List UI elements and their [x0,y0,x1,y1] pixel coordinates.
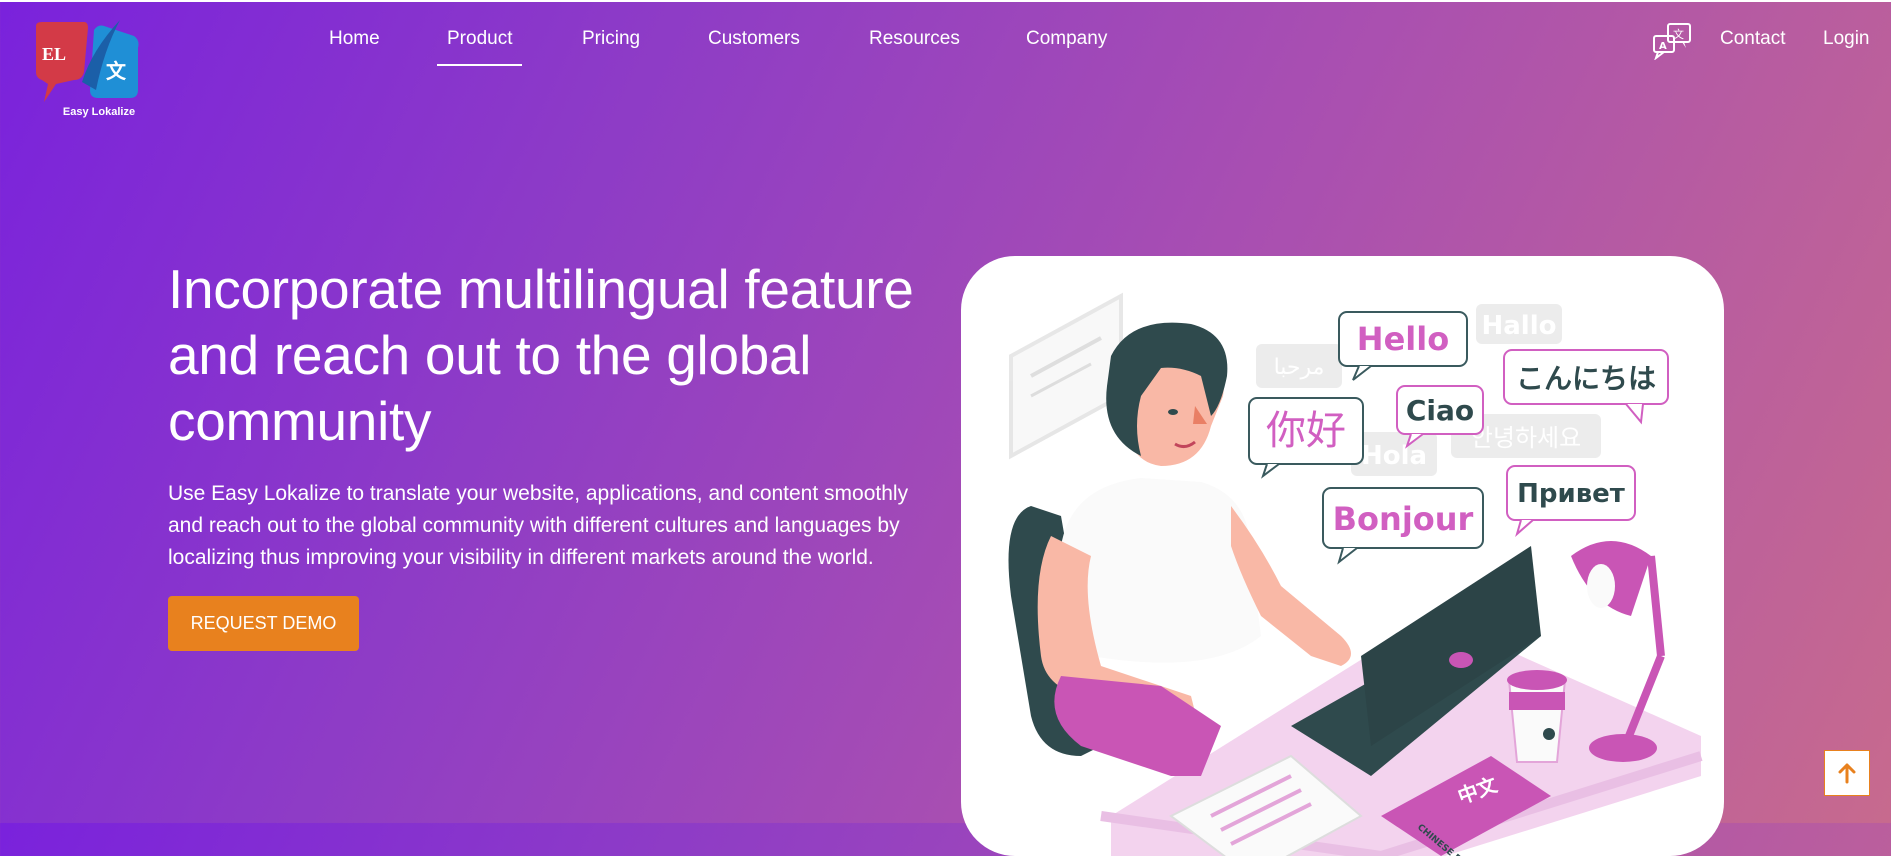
main-nav: Home Product Pricing Customers Resources… [0,0,1891,80]
nav-company[interactable]: Company [1026,28,1107,50]
logo-text: Easy Lokalize [62,106,136,118]
bubble-hello: Hello [1338,311,1468,381]
nav-contact[interactable]: Contact [1720,28,1785,50]
bubble-chinese: 你好 [1248,397,1364,479]
bubble-privet: Привет [1506,465,1636,537]
nav-login[interactable]: Login [1823,28,1870,50]
request-demo-button[interactable]: REQUEST DEMO [168,596,359,651]
svg-text:A: A [1659,41,1667,52]
bubble-japanese: こんにちは [1503,349,1669,425]
coffee-cup [1507,670,1567,763]
svg-text:Bonjour: Bonjour [1333,500,1474,538]
svg-text:Привет: Привет [1517,479,1625,509]
nav-home[interactable]: Home [329,28,380,50]
bubble-hola-text: Hola [1361,441,1427,471]
nav-customers[interactable]: Customers [708,28,800,50]
hero-illustration: مرحبا Hallo 안녕하세요 Hola Hello こんにちは Ciao [961,256,1724,856]
svg-text:Hello: Hello [1357,320,1449,358]
bubble-hallo-text: Hallo [1482,311,1557,341]
bubble-bonjour: Bonjour [1322,487,1484,565]
svg-text:你好: 你好 [1266,408,1346,454]
hero-title: Incorporate multilingual feature and rea… [168,258,914,452]
scroll-to-top-button[interactable] [1824,750,1870,796]
svg-text:Ciao: Ciao [1406,394,1474,427]
wall-frame [1009,292,1123,460]
svg-text:こんにちは: こんにちは [1516,362,1656,395]
nav-resources[interactable]: Resources [869,28,960,50]
nav-product[interactable]: Product [436,28,524,66]
svg-text:文: 文 [1673,27,1684,41]
bubble-korean-text: 안녕하세요 [1471,424,1581,452]
arrow-up-icon [1838,763,1856,784]
nav-pricing[interactable]: Pricing [582,28,640,50]
translator-illustration: مرحبا Hallo 안녕하세요 Hola Hello こんにちは Ciao [1008,292,1703,856]
hero-description: Use Easy Lokalize to translate your webs… [168,482,909,569]
bubble-arabic-text: مرحبا [1274,355,1325,380]
translate-icon[interactable]: 文 A [1652,22,1692,61]
